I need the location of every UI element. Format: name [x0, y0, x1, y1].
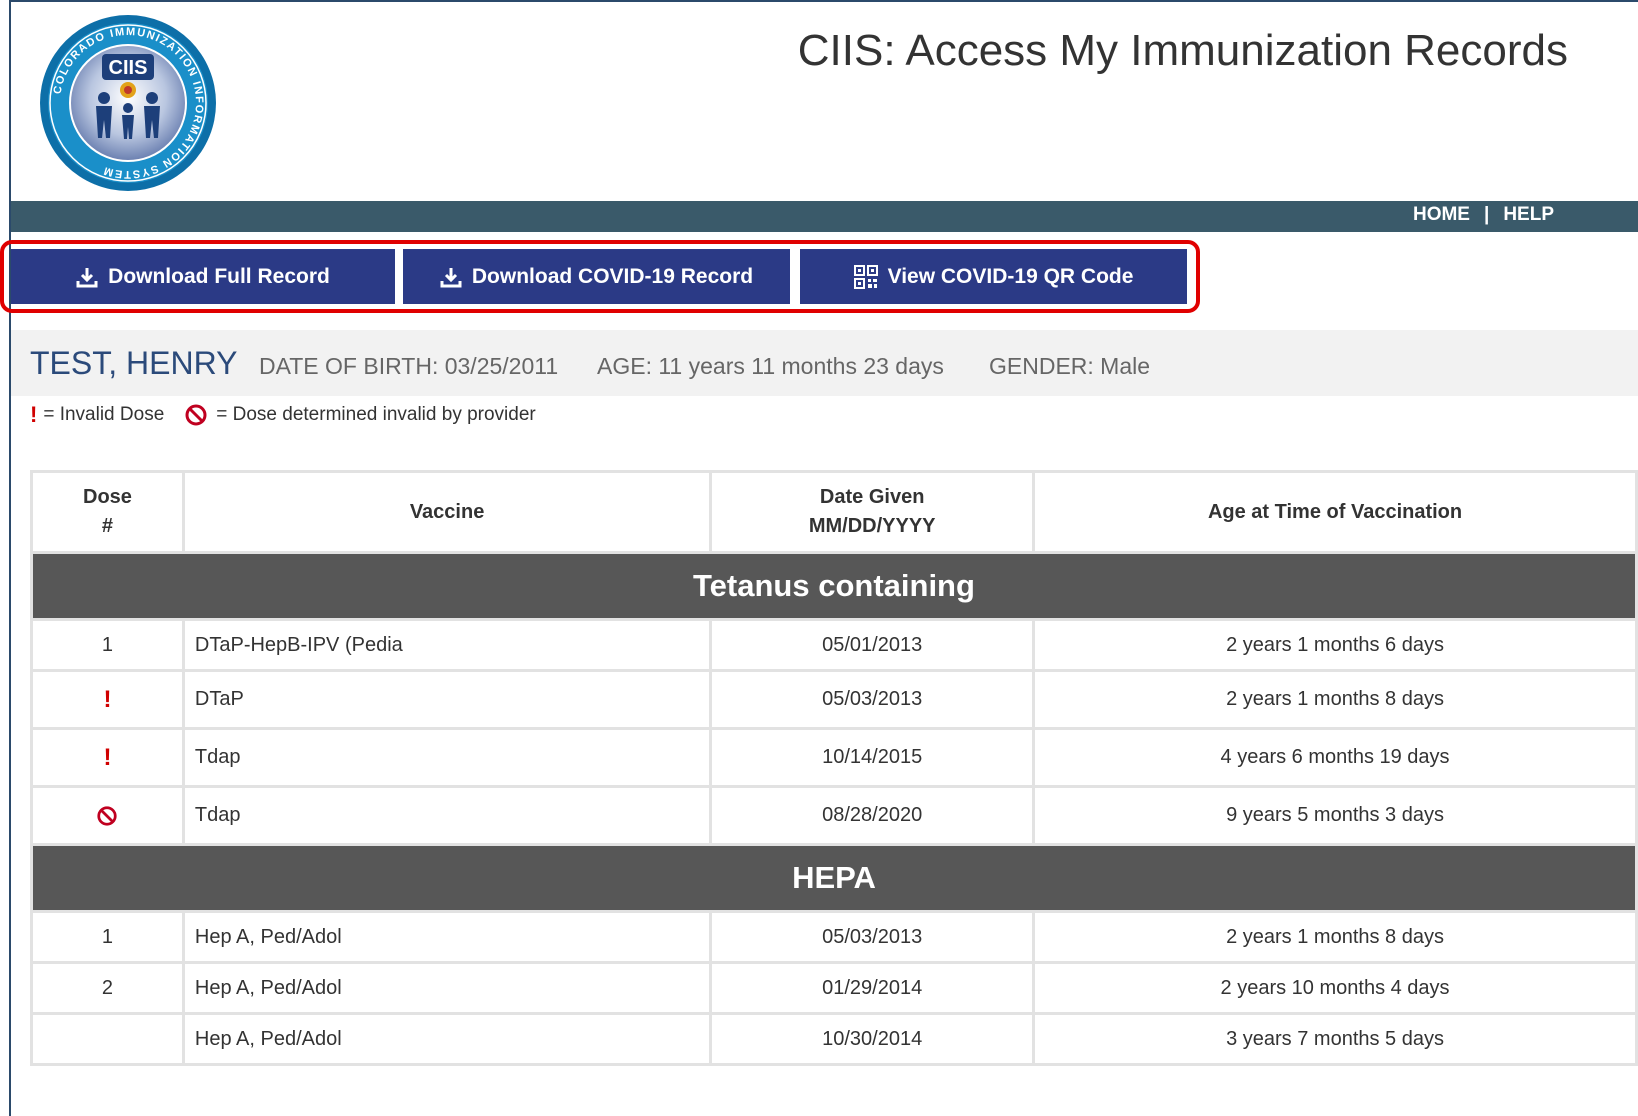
table-row: ! DTaP 05/03/2013 2 years 1 months 8 day…	[33, 672, 1635, 727]
dose-number: 1	[33, 913, 182, 961]
vaccine-name: DTaP-HepB-IPV (Pedia	[184, 621, 710, 669]
nav-help-link[interactable]: HELP	[1503, 204, 1554, 226]
download-full-record-label: Download Full Record	[108, 264, 330, 288]
invalid-dose-symbol: !	[30, 402, 38, 427]
vaccine-name: Hep A, Ped/Adol	[184, 1015, 710, 1063]
dose-number: !	[33, 672, 182, 727]
header-dose-line2: #	[101, 515, 114, 537]
header-date-line1: Date Given	[819, 486, 925, 508]
nav-links: HOME | HELP	[1413, 204, 1554, 226]
download-icon	[76, 267, 98, 287]
top-navbar: HOME | HELP	[11, 201, 1638, 232]
header-age: Age at Time of Vaccination	[1035, 473, 1635, 551]
header-dose: Dose #	[33, 473, 182, 551]
logo-center-text: CIIS	[109, 57, 148, 79]
header-vaccine: Vaccine	[184, 473, 710, 551]
nav-home-link[interactable]: HOME	[1413, 204, 1470, 226]
patient-dob: DATE OF BIRTH: 03/25/2011	[259, 353, 559, 379]
table-row: 1 DTaP-HepB-IPV (Pedia 05/01/2013 2 year…	[33, 621, 1635, 669]
age-at-vaccination: 3 years 7 months 5 days	[1035, 1015, 1635, 1063]
prohibited-icon	[97, 806, 118, 826]
vaccine-name: Hep A, Ped/Adol	[184, 913, 710, 961]
vaccine-name: DTaP	[184, 672, 710, 727]
table-row: ! Tdap 10/14/2015 4 years 6 months 19 da…	[33, 730, 1635, 785]
age-at-vaccination: 2 years 1 months 8 days	[1035, 672, 1635, 727]
download-icon	[440, 267, 462, 287]
invalid-dose-marker: !	[103, 743, 112, 771]
group-header-row: Tetanus containing	[33, 554, 1635, 618]
view-covid-qr-button[interactable]: View COVID-19 QR Code	[800, 249, 1187, 304]
patient-gender: GENDER: Male	[989, 353, 1151, 379]
date-given: 08/28/2020	[712, 788, 1033, 843]
date-given: 05/03/2013	[712, 672, 1033, 727]
table-header-row: Dose # Vaccine Date Given MM/DD/YYYY Age…	[33, 473, 1635, 551]
table-row: 1 Hep A, Ped/Adol 05/03/2013 2 years 1 m…	[33, 913, 1635, 961]
date-given: 05/03/2013	[712, 913, 1033, 961]
invalid-dose-label: = Invalid Dose	[43, 404, 165, 425]
age-at-vaccination: 2 years 1 months 8 days	[1035, 913, 1635, 961]
age-at-vaccination: 2 years 10 months 4 days	[1035, 964, 1635, 1012]
dose-number	[33, 788, 182, 843]
group-title: HEPA	[33, 846, 1635, 910]
nav-separator: |	[1483, 204, 1490, 225]
group-header-row: HEPA	[33, 846, 1635, 910]
date-given: 10/30/2014	[712, 1015, 1033, 1063]
header-date-line2: MM/DD/YYYY	[808, 515, 936, 537]
prohibited-icon	[185, 404, 207, 426]
vaccine-name: Hep A, Ped/Adol	[184, 964, 710, 1012]
provider-invalid-label: = Dose determined invalid by provider	[216, 404, 536, 425]
age-at-vaccination: 9 years 5 months 3 days	[1035, 788, 1635, 843]
frame-border-left	[9, 0, 11, 1116]
frame-border-top	[9, 0, 1638, 2]
ciis-logo: COLORADO IMMUNIZATION INFORMATION SYSTEM…	[40, 15, 216, 191]
dose-number: !	[33, 730, 182, 785]
vaccine-name: Tdap	[184, 730, 710, 785]
page-title: CIIS: Access My Immunization Records	[797, 26, 1568, 75]
invalid-dose-marker: !	[103, 685, 112, 713]
view-covid-qr-label: View COVID-19 QR Code	[887, 264, 1134, 288]
table-row: Hep A, Ped/Adol 10/30/2014 3 years 7 mon…	[33, 1015, 1635, 1063]
date-given: 01/29/2014	[712, 964, 1033, 1012]
age-at-vaccination: 4 years 6 months 19 days	[1035, 730, 1635, 785]
dose-number	[33, 1015, 182, 1063]
header-date-given: Date Given MM/DD/YYYY	[712, 473, 1033, 551]
header-dose-line1: Dose	[83, 486, 132, 508]
date-given: 10/14/2015	[712, 730, 1033, 785]
patient-age: AGE: 11 years 11 months 23 days	[597, 353, 944, 379]
dose-legend: ! = Invalid Dose = Dose determined inval…	[30, 402, 536, 428]
age-at-vaccination: 2 years 1 months 6 days	[1035, 621, 1635, 669]
table-row: 2 Hep A, Ped/Adol 01/29/2014 2 years 10 …	[33, 964, 1635, 1012]
download-covid-record-label: Download COVID-19 Record	[471, 264, 754, 288]
dose-number: 2	[33, 964, 182, 1012]
patient-name: TEST, HENRY	[30, 345, 238, 381]
qr-code-icon	[853, 264, 878, 289]
immunization-table: Dose # Vaccine Date Given MM/DD/YYYY Age…	[30, 470, 1638, 1066]
vaccine-name: Tdap	[184, 788, 710, 843]
date-given: 05/01/2013	[712, 621, 1033, 669]
table-row: Tdap 08/28/2020 9 years 5 months 3 days	[33, 788, 1635, 843]
download-full-record-button[interactable]: Download Full Record	[11, 249, 395, 304]
dose-number: 1	[33, 621, 182, 669]
patient-info-band: TEST, HENRY DATE OF BIRTH: 03/25/2011 AG…	[11, 330, 1638, 396]
download-covid-record-button[interactable]: Download COVID-19 Record	[403, 249, 790, 304]
group-title: Tetanus containing	[33, 554, 1635, 618]
